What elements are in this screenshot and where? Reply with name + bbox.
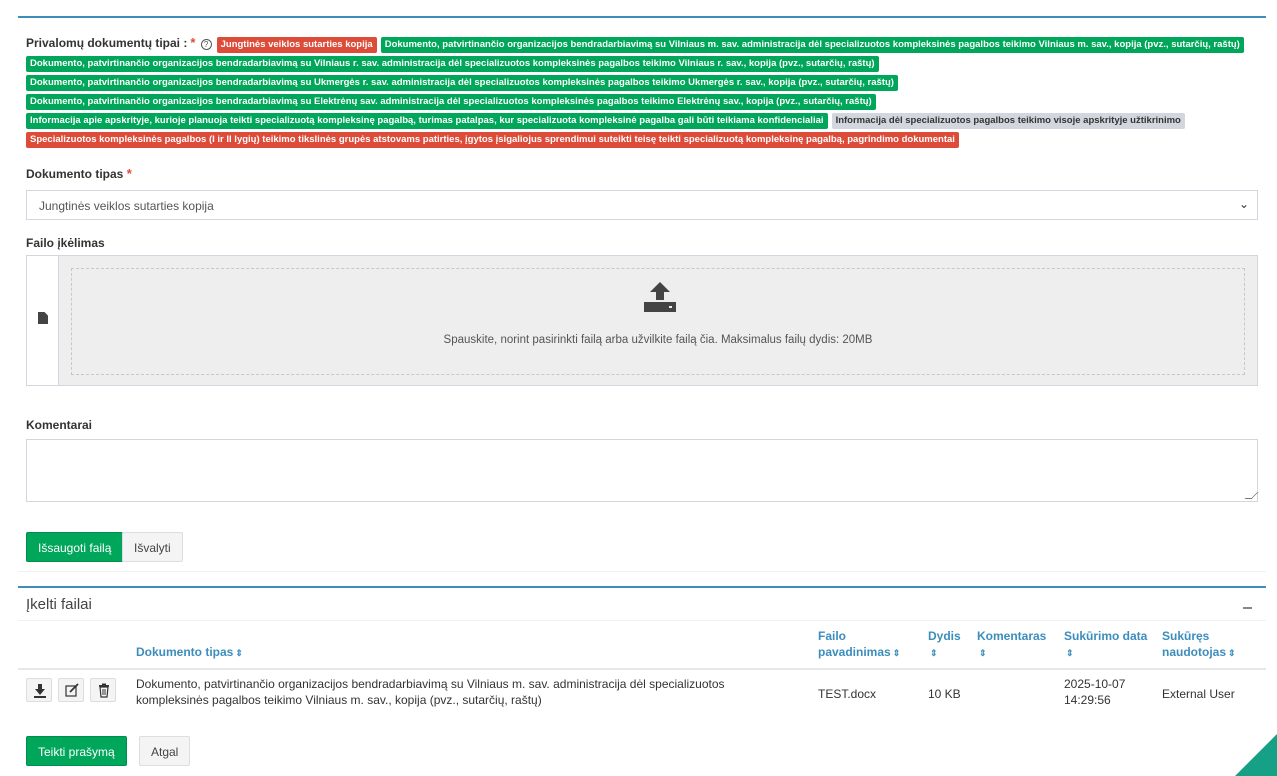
comments-textarea[interactable] [26, 439, 1259, 502]
required-doc-badge: Dokumento, patvirtinančio organizacijos … [26, 94, 876, 110]
dropzone[interactable]: Spauskite, norint pasirinkti failą arba … [59, 256, 1257, 385]
dropzone-hint: Spauskite, norint pasirinkti failą arba … [443, 334, 873, 346]
required-star: * [190, 35, 196, 50]
collapse-icon[interactable] [1243, 607, 1252, 609]
document-upload-panel: Privalomų dokumentų tipai : * ? Jungtinė… [18, 16, 1266, 576]
corner-decoration [1235, 734, 1277, 776]
required-doc-badge: Dokumento, patvirtinančio organizacijos … [26, 75, 898, 91]
required-doc-badge: Dokumento, patvirtinančio organizacijos … [26, 56, 879, 72]
clear-button[interactable]: Išvalyti [122, 532, 183, 562]
row-file-name: TEST.docx [818, 687, 877, 701]
col-comment[interactable]: Komentaras ⇕ [977, 628, 1046, 661]
col-created[interactable]: Sukūrimo data ⇕ [1064, 628, 1147, 661]
table-header-divider [18, 668, 1266, 670]
doc-type-select[interactable]: Jungtinės veiklos sutarties kopija ⌄ [26, 190, 1258, 220]
col-doc-type[interactable]: Dokumento tipas ⇕ [136, 644, 243, 661]
required-doc-badge: Dokumento, patvirtinančio organizacijos … [380, 37, 1244, 53]
required-doc-badge: Informacija apie apskrityje, kurioje pla… [26, 113, 828, 129]
uploaded-files-panel: Įkelti failai Dokumento tipas ⇕ Failo pava… [18, 586, 1266, 708]
resize-handle-icon[interactable] [1244, 492, 1259, 499]
edit-icon [65, 683, 79, 697]
doc-type-label: Dokumento tipas * [26, 166, 132, 181]
edit-button[interactable] [58, 678, 84, 702]
doc-type-selected-value: Jungtinės veiklos sutarties kopija [39, 199, 214, 213]
file-upload-area: Spauskite, norint pasirinkti failą arba … [26, 255, 1258, 386]
col-file-name[interactable]: Failo pavadinimas ⇕ [818, 628, 900, 661]
col-size[interactable]: Dydis ⇕ [928, 628, 961, 661]
required-doc-badge: Jungtinės veiklos sutarties kopija [216, 37, 377, 53]
submit-request-button[interactable]: Teikti prašymą [26, 736, 127, 766]
file-icon [38, 312, 48, 324]
required-documents-label: Privalomų dokumentų tipai : [26, 36, 188, 50]
download-button[interactable] [26, 678, 52, 702]
back-button[interactable]: Atgal [139, 736, 191, 766]
required-doc-badge: Specializuotos kompleksinės pagalbos (I … [26, 132, 959, 148]
save-file-button[interactable]: Išsaugoti failą [26, 532, 124, 562]
question-circle-icon[interactable]: ? [200, 39, 212, 50]
trash-icon [99, 683, 109, 698]
separator [18, 571, 1266, 572]
col-creator[interactable]: Sukūręs naudotojas ⇕ [1162, 628, 1236, 661]
separator [18, 620, 1266, 621]
uploaded-files-title: Įkelti failai [26, 596, 92, 613]
row-created: 2025-10-07 14:29:56 [1064, 677, 1126, 707]
row-size: 10 KB [928, 687, 961, 701]
footer-actions: Teikti prašymą Atgal [0, 708, 1277, 776]
download-icon [34, 684, 46, 698]
file-side-box [27, 256, 59, 385]
comments-label: Komentarai [26, 418, 93, 432]
upload-icon [644, 282, 676, 312]
required-doc-badge: Informacija dėl specializuotos pagalbos … [831, 113, 1185, 129]
chevron-down-icon: ⌄ [1238, 197, 1249, 211]
delete-button[interactable] [90, 678, 116, 702]
row-doc-type: Dokumento, patvirtinančio organizacijos … [136, 677, 725, 707]
required-documents-list: Privalomų dokumentų tipai : * ? Jungtinė… [26, 36, 1266, 151]
row-creator: External User [1162, 687, 1235, 701]
upload-label: Failo įkėlimas [26, 236, 105, 250]
